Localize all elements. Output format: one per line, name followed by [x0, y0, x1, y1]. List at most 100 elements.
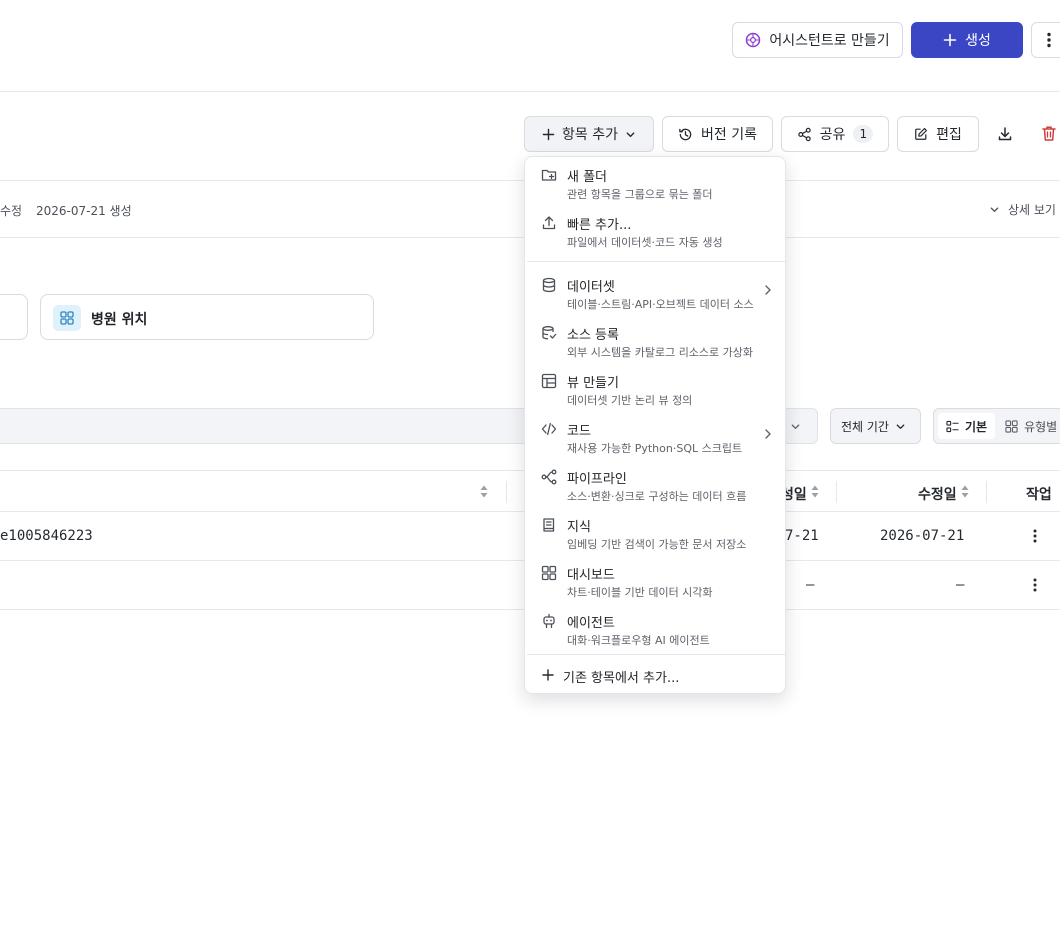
details-toggle[interactable]: 상세 보기 — [989, 201, 1056, 218]
list-icon — [946, 420, 959, 433]
create-button[interactable]: 생성 — [911, 22, 1023, 58]
download-icon[interactable] — [997, 126, 1013, 142]
menu-divider — [527, 654, 785, 655]
share-count-badge: 1 — [853, 125, 874, 143]
menu-item-title: 빠른 추가... — [567, 218, 632, 233]
menu-item-new-folder[interactable]: 새 폴더 관련 항목을 그룹으로 묶는 폴더 — [525, 157, 787, 205]
more-vertical-icon[interactable] — [1033, 578, 1037, 592]
menu-item-dashboard[interactable]: 대시보드 차트·테이블 기반 데이터 시각화 — [525, 555, 787, 603]
menu-item-desc: 차트·테이블 기반 데이터 시각화 — [567, 586, 713, 599]
menu-item-agent[interactable]: 에이전트 대화·워크플로우형 AI 에이전트 — [525, 603, 787, 651]
menu-item-desc: 소스·변환·싱크로 구성하는 데이터 흐름 — [567, 490, 747, 503]
view-by-type-option[interactable]: 유형별 — [999, 413, 1060, 439]
assistant-create-label: 어시스턴트로 만들기 — [769, 33, 890, 49]
menu-item-dataset[interactable]: 데이터셋 테이블·스트림·API·오브젝트 데이터 소스 — [525, 267, 787, 315]
chevron-right-icon — [763, 284, 773, 296]
modified-column-header[interactable]: 수정일 — [918, 484, 957, 504]
version-history-label: 버전 기록 — [701, 127, 757, 143]
menu-item-desc: 외부 시스템을 카탈로그 리소스로 가상화 — [567, 346, 754, 359]
menu-divider — [527, 261, 785, 262]
menu-item-title: 뷰 만들기 — [567, 376, 619, 391]
menu-item-title: 소스 등록 — [567, 328, 619, 343]
upload-icon — [541, 215, 557, 231]
edit-label: 편집 — [936, 127, 962, 143]
menu-item-add-existing[interactable]: 기존 항목에서 추가... — [525, 657, 787, 693]
menu-item-desc: 임베딩 기반 검색이 가능한 문서 저장소 — [567, 538, 747, 551]
sort-icon[interactable] — [810, 484, 820, 499]
robot-icon — [541, 613, 557, 629]
menu-item-desc: 재사용 가능한 Python·SQL 스크립트 — [567, 442, 743, 455]
menu-item-pipeline[interactable]: 파이프라인 소스·변환·싱크로 구성하는 데이터 흐름 — [525, 459, 787, 507]
add-existing-label: 기존 항목에서 추가... — [563, 671, 680, 686]
plus-icon — [943, 33, 957, 47]
menu-item-title: 새 폴더 — [567, 170, 608, 185]
pipeline-icon — [541, 469, 557, 485]
hospital-location-card[interactable]: 병원 위치 — [40, 294, 374, 340]
view-by-type-label: 유형별 — [1024, 419, 1058, 434]
chevron-down-icon — [790, 421, 801, 432]
menu-item-code[interactable]: 코드 재사용 가능한 Python·SQL 스크립트 — [525, 411, 787, 459]
menu-item-title: 파이프라인 — [567, 472, 627, 487]
grid-icon — [53, 305, 81, 331]
version-history-button[interactable]: 버전 기록 — [662, 116, 773, 152]
menu-item-knowledge[interactable]: 지식 임베딩 기반 검색이 가능한 문서 저장소 — [525, 507, 787, 555]
plus-icon — [542, 669, 554, 681]
table-view-icon — [541, 373, 557, 389]
share-button[interactable]: 공유 1 — [781, 116, 889, 152]
modified-meta: 수정 — [0, 204, 23, 218]
view-mode-toggle: 기본 유형별 — [933, 408, 1060, 444]
more-vertical-icon[interactable] — [1033, 529, 1037, 543]
sparkle-icon — [745, 32, 761, 48]
share-label: 공유 — [819, 127, 846, 143]
menu-item-quick-add[interactable]: 빠른 추가... 파일에서 데이터셋·코드 자동 생성 — [525, 205, 787, 253]
more-options-button[interactable] — [1031, 22, 1060, 58]
assistant-create-button[interactable]: 어시스턴트로 만들기 — [732, 22, 903, 58]
period-filter-label: 전체 기간 — [841, 419, 889, 434]
edit-button[interactable]: 편집 — [897, 116, 979, 152]
menu-item-desc: 대화·워크플로우형 AI 에이전트 — [567, 634, 710, 647]
view-basic-label: 기본 — [965, 419, 988, 434]
more-vertical-icon — [1047, 32, 1051, 48]
history-icon — [678, 127, 693, 142]
book-icon — [541, 517, 557, 533]
menu-item-title: 코드 — [567, 424, 591, 439]
menu-item-register-source[interactable]: 소스 등록 외부 시스템을 카탈로그 리소스로 가상화 — [525, 315, 787, 363]
view-basic-option[interactable]: 기본 — [938, 413, 996, 439]
row-created: 7-21 — [785, 528, 819, 544]
actions-column-header: 작업 — [1026, 487, 1052, 503]
share-icon — [797, 127, 812, 142]
code-icon — [541, 421, 557, 437]
menu-item-title: 대시보드 — [567, 568, 615, 583]
add-item-label: 항목 추가 — [562, 127, 618, 143]
menu-item-desc: 관련 항목을 그룹으로 묶는 폴더 — [567, 188, 713, 201]
chevron-right-icon — [763, 428, 773, 440]
chevron-down-icon — [895, 421, 906, 432]
column-divider — [836, 481, 837, 503]
database-icon — [541, 277, 557, 293]
trash-icon[interactable] — [1041, 125, 1057, 142]
sort-icon[interactable] — [960, 484, 970, 499]
folder-plus-icon — [541, 167, 557, 183]
linked-card-partial[interactable] — [0, 294, 28, 340]
menu-item-desc: 파일에서 데이터셋·코드 자동 생성 — [567, 236, 723, 249]
menu-item-title: 데이터셋 — [567, 280, 615, 295]
details-label: 상세 보기 — [1008, 203, 1056, 217]
add-item-button[interactable]: 항목 추가 — [524, 116, 654, 152]
pencil-icon — [914, 127, 928, 141]
column-divider — [506, 481, 507, 503]
menu-item-desc: 테이블·스트림·API·오브젝트 데이터 소스 — [567, 298, 754, 311]
row-modified: 2026-07-21 — [880, 528, 965, 544]
chevron-down-icon — [625, 129, 636, 140]
menu-item-title: 지식 — [567, 520, 591, 535]
database-link-icon — [541, 325, 557, 341]
menu-item-title: 에이전트 — [567, 616, 615, 631]
header-divider — [0, 91, 1060, 92]
sort-icon[interactable] — [479, 484, 489, 499]
period-filter[interactable]: 전체 기간 — [830, 408, 921, 444]
column-divider — [986, 481, 987, 503]
create-label: 생성 — [965, 33, 991, 49]
plus-icon — [542, 128, 555, 141]
menu-item-create-view[interactable]: 뷰 만들기 데이터셋 기반 논리 뷰 정의 — [525, 363, 787, 411]
add-item-menu: 새 폴더 관련 항목을 그룹으로 묶는 폴더 빠른 추가... 파일에서 데이터… — [524, 156, 786, 694]
hospital-location-label: 병원 위치 — [91, 312, 148, 328]
